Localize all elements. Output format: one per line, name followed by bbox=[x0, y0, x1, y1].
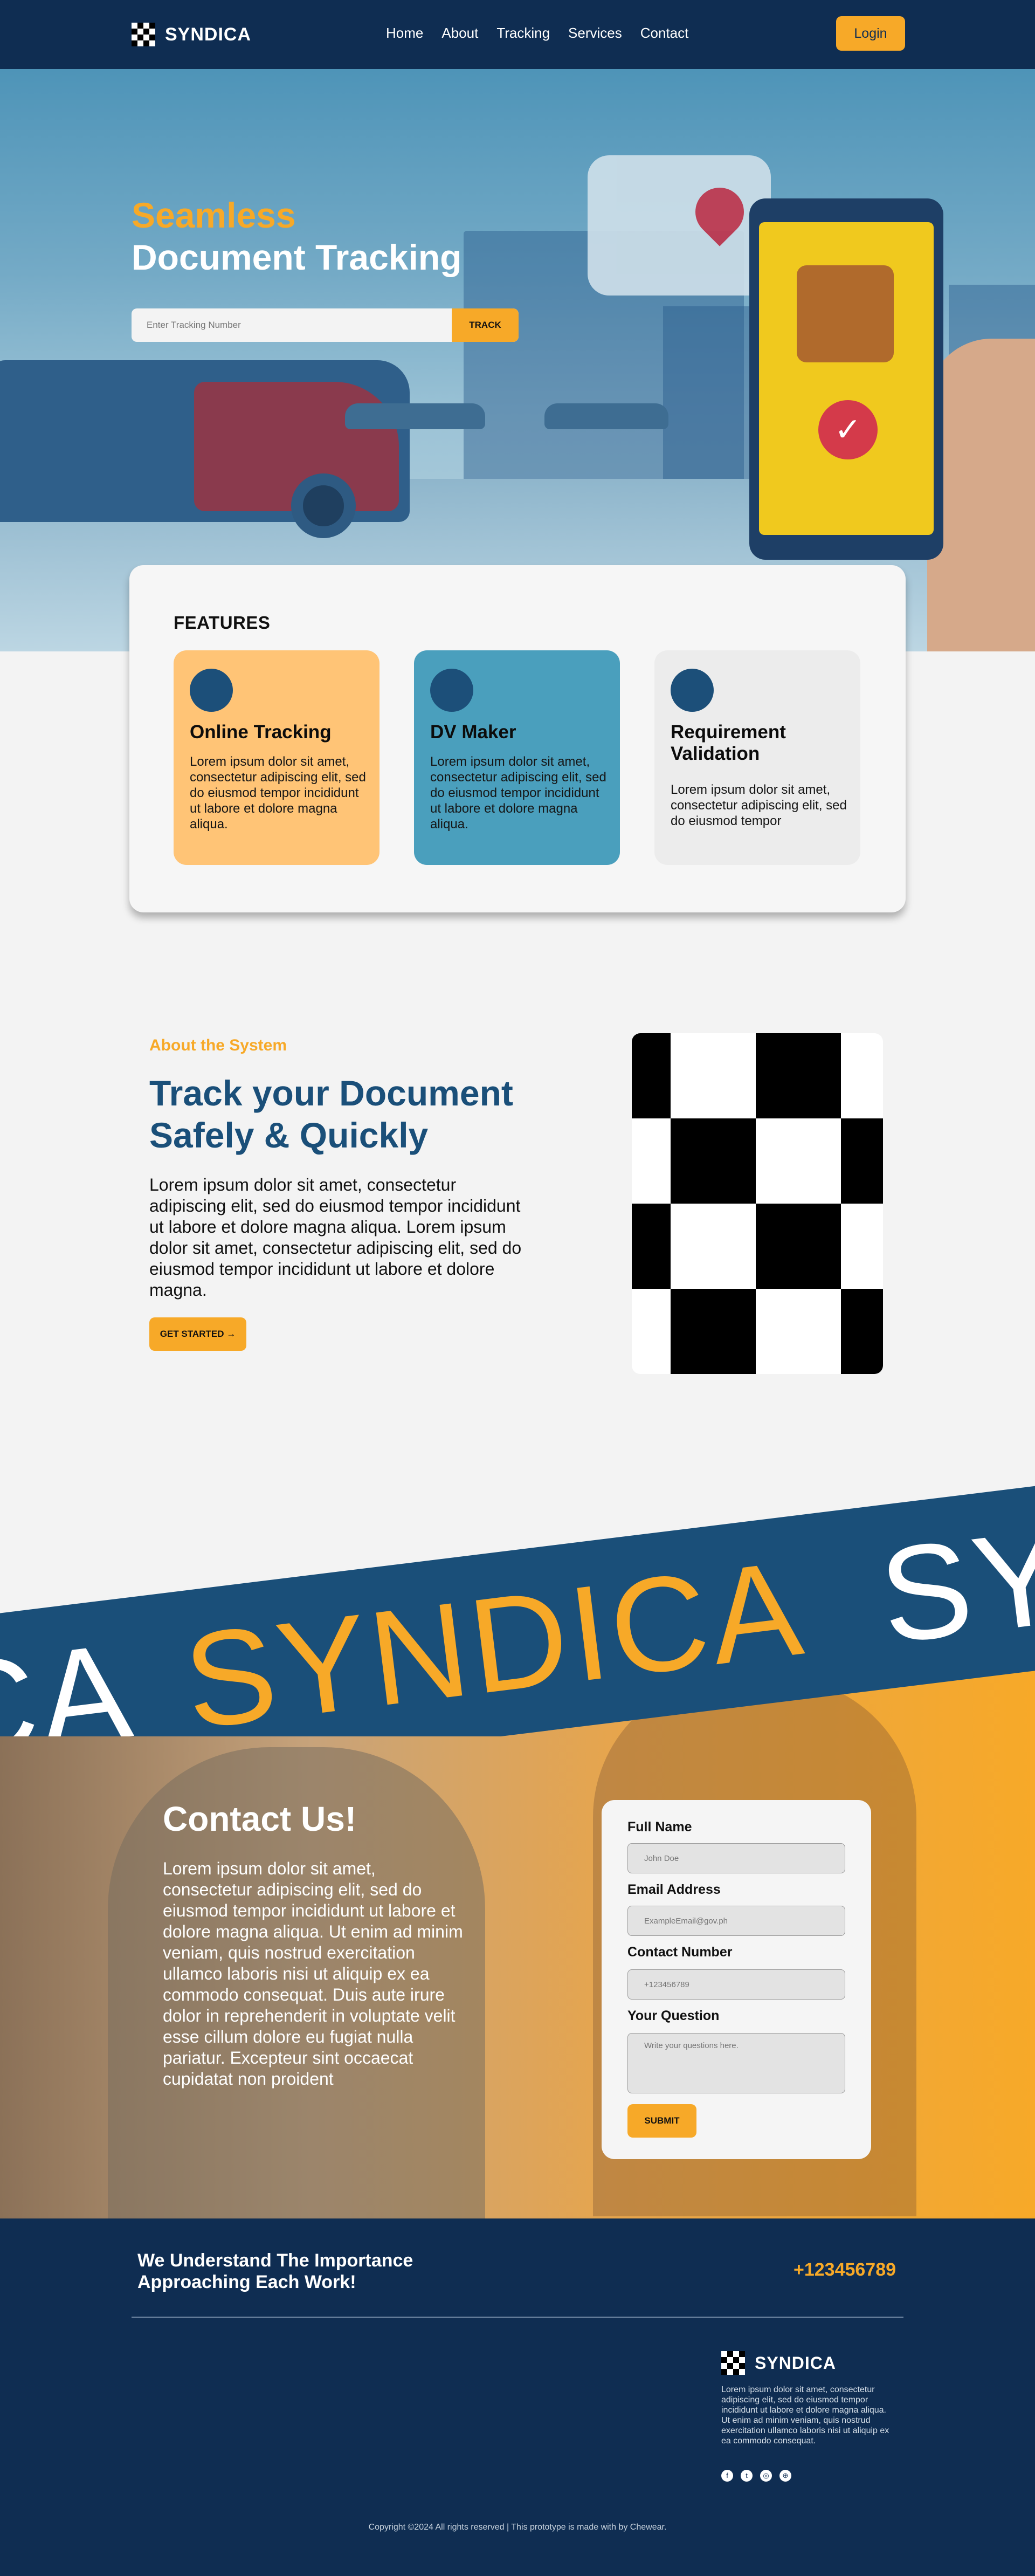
car-illustration bbox=[345, 403, 485, 429]
checker-logo-icon bbox=[132, 23, 155, 46]
feature-text: Lorem ipsum dolor sit amet, consectetur … bbox=[671, 782, 847, 828]
contact-text: Lorem ipsum dolor sit amet, consectetur … bbox=[163, 1859, 463, 2089]
city-building-illustration bbox=[663, 306, 760, 479]
login-button[interactable]: Login bbox=[836, 16, 905, 51]
full-name-input[interactable] bbox=[627, 1843, 845, 1873]
track-button[interactable]: TRACK bbox=[452, 308, 519, 342]
hero-title-line1: Seamless bbox=[132, 195, 296, 235]
contact-number-input[interactable] bbox=[627, 1969, 845, 2000]
facebook-icon[interactable]: f bbox=[721, 2470, 733, 2482]
tracking-number-input[interactable] bbox=[132, 308, 452, 342]
twitter-icon[interactable]: t bbox=[741, 2470, 753, 2482]
hero-title-line2: Document Tracking bbox=[132, 237, 462, 277]
feature-icon bbox=[671, 669, 714, 712]
brand-logo[interactable]: SYNDICA bbox=[132, 23, 251, 46]
feature-card-requirement-validation[interactable]: Requirement Validation Lorem ipsum dolor… bbox=[654, 650, 860, 865]
submit-button[interactable]: SUBMIT bbox=[627, 2104, 696, 2138]
checker-logo-icon bbox=[721, 2351, 745, 2375]
nav-link-home[interactable]: Home bbox=[386, 25, 423, 42]
copyright-text: Copyright ©2024 All rights reserved | Th… bbox=[368, 2523, 667, 2532]
nav-link-about[interactable]: About bbox=[441, 25, 478, 42]
feature-text: Lorem ipsum dolor sit amet, consectetur … bbox=[190, 754, 366, 832]
package-icon bbox=[797, 265, 894, 362]
question-textarea[interactable] bbox=[627, 2033, 845, 2093]
footer: We Understand The Importance Approaching… bbox=[0, 2218, 1035, 2576]
feature-title: DV Maker bbox=[430, 722, 516, 743]
banner-word: SY bbox=[872, 1499, 1035, 1672]
nav-link-tracking[interactable]: Tracking bbox=[496, 25, 550, 42]
feature-title: Online Tracking bbox=[190, 722, 332, 743]
banner-word: CA bbox=[0, 1614, 141, 1736]
banner-word: SYNDICA bbox=[176, 1531, 812, 1736]
contact-title: Contact Us! bbox=[163, 1799, 357, 1838]
full-name-label: Full Name bbox=[627, 1819, 692, 1835]
email-label: Email Address bbox=[627, 1882, 721, 1897]
brand-name: SYNDICA bbox=[165, 24, 252, 45]
get-started-button[interactable]: GET STARTED → bbox=[149, 1317, 246, 1351]
globe-icon[interactable]: ⊕ bbox=[779, 2470, 791, 2482]
footer-brand-name: SYNDICA bbox=[755, 2353, 837, 2373]
car-illustration bbox=[544, 403, 668, 429]
nav-link-contact[interactable]: Contact bbox=[640, 25, 689, 42]
footer-divider bbox=[132, 2317, 903, 2318]
checkmark-icon: ✓ bbox=[818, 400, 878, 459]
brand-banner: CA SYNDICA SY bbox=[0, 1456, 1035, 1736]
phone-illustration: ✓ bbox=[749, 198, 943, 560]
instagram-icon[interactable]: ◎ bbox=[760, 2470, 772, 2482]
feature-card-online-tracking[interactable]: Online Tracking Lorem ipsum dolor sit am… bbox=[174, 650, 380, 865]
nav-link-services[interactable]: Services bbox=[568, 25, 622, 42]
feature-icon bbox=[430, 669, 473, 712]
about-kicker: About the System bbox=[149, 1036, 287, 1054]
delivery-van-illustration bbox=[0, 360, 410, 538]
feature-card-dv-maker[interactable]: DV Maker Lorem ipsum dolor sit amet, con… bbox=[414, 650, 620, 865]
features-heading: FEATURES bbox=[174, 613, 271, 633]
contact-number-label: Contact Number bbox=[627, 1945, 733, 1960]
social-links: f t ◎ ⊕ bbox=[721, 2470, 791, 2482]
nav-menu: Home About Tracking Services Contact bbox=[386, 25, 688, 42]
top-navbar: SYNDICA Home About Tracking Services Con… bbox=[0, 0, 1035, 69]
hero-section: ✓ Seamless Document Tracking TRACK bbox=[0, 69, 1035, 651]
footer-tagline: We Understand The Importance Approaching… bbox=[137, 2250, 413, 2292]
footer-description: Lorem ipsum dolor sit amet, consectetur … bbox=[721, 2385, 889, 2446]
hand-illustration bbox=[927, 339, 1035, 651]
about-text: Lorem ipsum dolor sit amet, consectetur … bbox=[149, 1175, 522, 1300]
footer-phone[interactable]: +123456789 bbox=[794, 2259, 896, 2280]
about-title: Track your Document Safely & Quickly bbox=[149, 1073, 513, 1155]
checkerboard-image bbox=[632, 1033, 883, 1374]
feature-title: Requirement Validation bbox=[671, 722, 786, 764]
feature-icon bbox=[190, 669, 233, 712]
tracking-search-bar: TRACK bbox=[132, 308, 519, 342]
footer-logo[interactable]: SYNDICA bbox=[721, 2351, 836, 2375]
feature-text: Lorem ipsum dolor sit amet, consectetur … bbox=[430, 754, 606, 832]
features-card: FEATURES Online Tracking Lorem ipsum dol… bbox=[129, 565, 906, 912]
email-input[interactable] bbox=[627, 1906, 845, 1936]
map-pin-bubble-illustration bbox=[588, 155, 771, 296]
question-label: Your Question bbox=[627, 2008, 720, 2023]
contact-photo-background bbox=[0, 1666, 1035, 2218]
contact-form: Full Name Email Address Contact Number Y… bbox=[602, 1800, 871, 2159]
